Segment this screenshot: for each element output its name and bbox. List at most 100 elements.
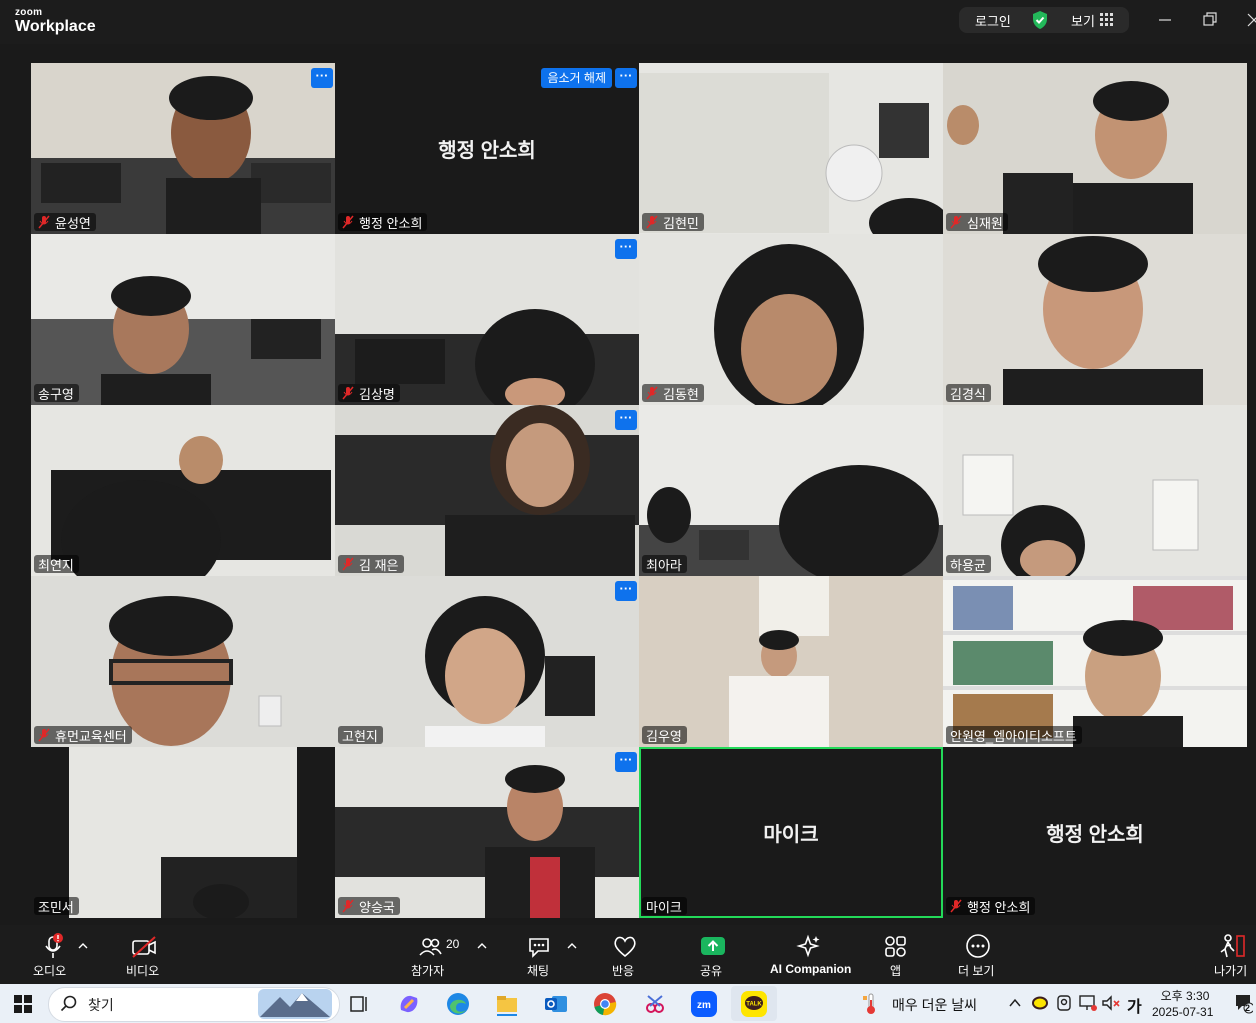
video-tile[interactable]: ··· 양승국	[335, 747, 639, 918]
participant-name-tag: 행정 안소희	[946, 897, 1036, 915]
muted-mic-icon	[950, 215, 962, 229]
active-speaker-tile[interactable]: 마이크 마이크	[639, 747, 943, 918]
video-tile[interactable]: 김동현	[639, 234, 943, 405]
participants-button[interactable]: 20 참가자	[406, 925, 459, 984]
kakaotalk-icon[interactable]: TALK	[740, 990, 768, 1018]
microphone-icon	[45, 933, 63, 958]
unmute-request-button[interactable]: 음소거 해제	[541, 68, 612, 88]
participant-video	[639, 576, 943, 747]
audio-options-caret-icon[interactable]	[78, 942, 88, 950]
video-label: 비디오	[126, 964, 160, 978]
video-tile[interactable]: ··· 김상명	[335, 234, 639, 405]
search-highlight-mountain-icon	[258, 989, 332, 1019]
outlook-icon[interactable]	[542, 990, 570, 1018]
participant-video	[31, 234, 335, 405]
search-placeholder: 찾기	[88, 997, 114, 1013]
close-icon[interactable]	[1246, 10, 1256, 30]
participant-name: 조민서	[38, 899, 74, 915]
more-options-button[interactable]: ···	[615, 752, 637, 772]
participant-name: 휴먼교육센터	[55, 728, 127, 744]
security-shield-icon[interactable]	[1031, 10, 1049, 30]
minimize-icon[interactable]	[1157, 10, 1173, 30]
participants-options-caret-icon[interactable]	[477, 942, 487, 950]
grid-view-icon[interactable]	[1100, 13, 1114, 27]
audio-button[interactable]: 오디오	[28, 925, 74, 984]
muted-mic-icon	[342, 386, 354, 400]
participant-name: 최연지	[38, 557, 74, 573]
chat-options-caret-icon[interactable]	[567, 942, 577, 950]
participant-name: 김경식	[950, 386, 986, 402]
video-tile[interactable]: 김우영	[639, 576, 943, 747]
file-explorer-icon[interactable]	[493, 990, 521, 1018]
volume-muted-icon[interactable]	[1101, 994, 1121, 1012]
video-tile[interactable]: 조민서	[31, 747, 335, 918]
participant-name-tag: 최연지	[34, 555, 79, 573]
participant-video	[639, 63, 943, 234]
muted-mic-icon	[646, 215, 658, 229]
video-tile[interactable]: ··· 윤성연	[31, 63, 335, 234]
more-options-button[interactable]: ···	[615, 410, 637, 430]
video-tile[interactable]: 송구영	[31, 234, 335, 405]
show-hidden-icons-caret-icon[interactable]	[1008, 997, 1022, 1009]
windows-taskbar: 찾기 zm TALK 매우 더운 날씨 가 오후 3:30 2025-07-31…	[0, 984, 1256, 1023]
reactions-button[interactable]: 반응	[608, 925, 642, 984]
camera-tray-icon[interactable]	[1055, 994, 1073, 1012]
video-tile[interactable]: 휴먼교육센터	[31, 576, 335, 747]
clock-date[interactable]: 2025-07-31	[1152, 1005, 1213, 1019]
video-tile[interactable]: 행정 안소희 음소거 해제 ··· 행정 안소희	[335, 63, 639, 234]
apps-button[interactable]: 앱	[880, 925, 910, 984]
weather-text[interactable]: 매우 더운 날씨	[892, 995, 977, 1015]
view-button[interactable]: 보기	[1071, 11, 1095, 30]
windows-start-icon[interactable]	[14, 995, 32, 1013]
participant-name-tag: 조민서	[34, 897, 79, 915]
share-button[interactable]: 공유	[698, 925, 728, 984]
participant-name: 김우영	[646, 728, 682, 744]
video-tile[interactable]: ··· 고현지	[335, 576, 639, 747]
muted-mic-icon	[342, 557, 354, 571]
video-tile[interactable]: 안원영_엠아이티소프트	[943, 576, 1247, 747]
video-button[interactable]: 비디오	[122, 925, 168, 984]
zoom-app-icon[interactable]: zm	[690, 990, 718, 1018]
video-tile[interactable]: ··· 김 재은	[335, 405, 639, 576]
more-label: 더 보기	[958, 964, 995, 978]
video-tile[interactable]: 하용균	[943, 405, 1247, 576]
muted-mic-icon	[38, 215, 50, 229]
leave-button[interactable]: 나가기	[1212, 925, 1252, 984]
task-view-icon[interactable]	[345, 990, 373, 1018]
video-tile[interactable]: 최아라	[639, 405, 943, 576]
ai-companion-button[interactable]: AI Companion	[768, 925, 851, 984]
clock-time[interactable]: 오후 3:30	[1160, 987, 1210, 1004]
zoom-logo-small: zoom	[15, 7, 43, 18]
chrome-browser-icon[interactable]	[591, 990, 619, 1018]
video-tile[interactable]: 김경식	[943, 234, 1247, 405]
participant-name-tag: 송구영	[34, 384, 79, 402]
chat-button[interactable]: 채팅	[522, 925, 556, 984]
video-tile[interactable]: 최연지	[31, 405, 335, 576]
participant-name: 행정 안소희	[967, 899, 1031, 915]
participant-name: 김 재은	[359, 557, 399, 573]
video-tile[interactable]: 행정 안소희 행정 안소희	[943, 747, 1247, 918]
muted-mic-icon	[38, 728, 50, 742]
kakaotalk-tray-icon[interactable]	[1031, 995, 1049, 1011]
participant-video	[335, 405, 639, 576]
edge-browser-icon[interactable]	[444, 990, 472, 1018]
login-button[interactable]: 로그인	[975, 11, 1011, 30]
more-options-button[interactable]: ···	[615, 581, 637, 601]
more-options-button[interactable]: ···	[615, 239, 637, 259]
participant-name-tag: 안원영_엠아이티소프트	[946, 726, 1082, 744]
participant-name: 김현민	[663, 215, 699, 231]
reactions-label: 반응	[612, 964, 635, 978]
more-options-button[interactable]: ···	[615, 68, 637, 88]
input-method-indicator[interactable]: 가	[1127, 993, 1142, 1017]
participant-name: 안원영_엠아이티소프트	[950, 728, 1077, 744]
participant-name-tag: 윤성연	[34, 213, 96, 231]
more-options-button[interactable]: ···	[311, 68, 333, 88]
video-tile[interactable]: 심재원	[943, 63, 1247, 234]
network-tray-icon[interactable]	[1078, 994, 1098, 1012]
snipping-tool-icon[interactable]	[641, 990, 669, 1018]
participant-video	[31, 63, 335, 234]
restore-icon[interactable]	[1202, 11, 1218, 29]
more-button[interactable]: 더 보기	[956, 925, 1000, 984]
copilot-icon[interactable]	[395, 990, 423, 1018]
video-tile[interactable]: 김현민	[639, 63, 943, 234]
